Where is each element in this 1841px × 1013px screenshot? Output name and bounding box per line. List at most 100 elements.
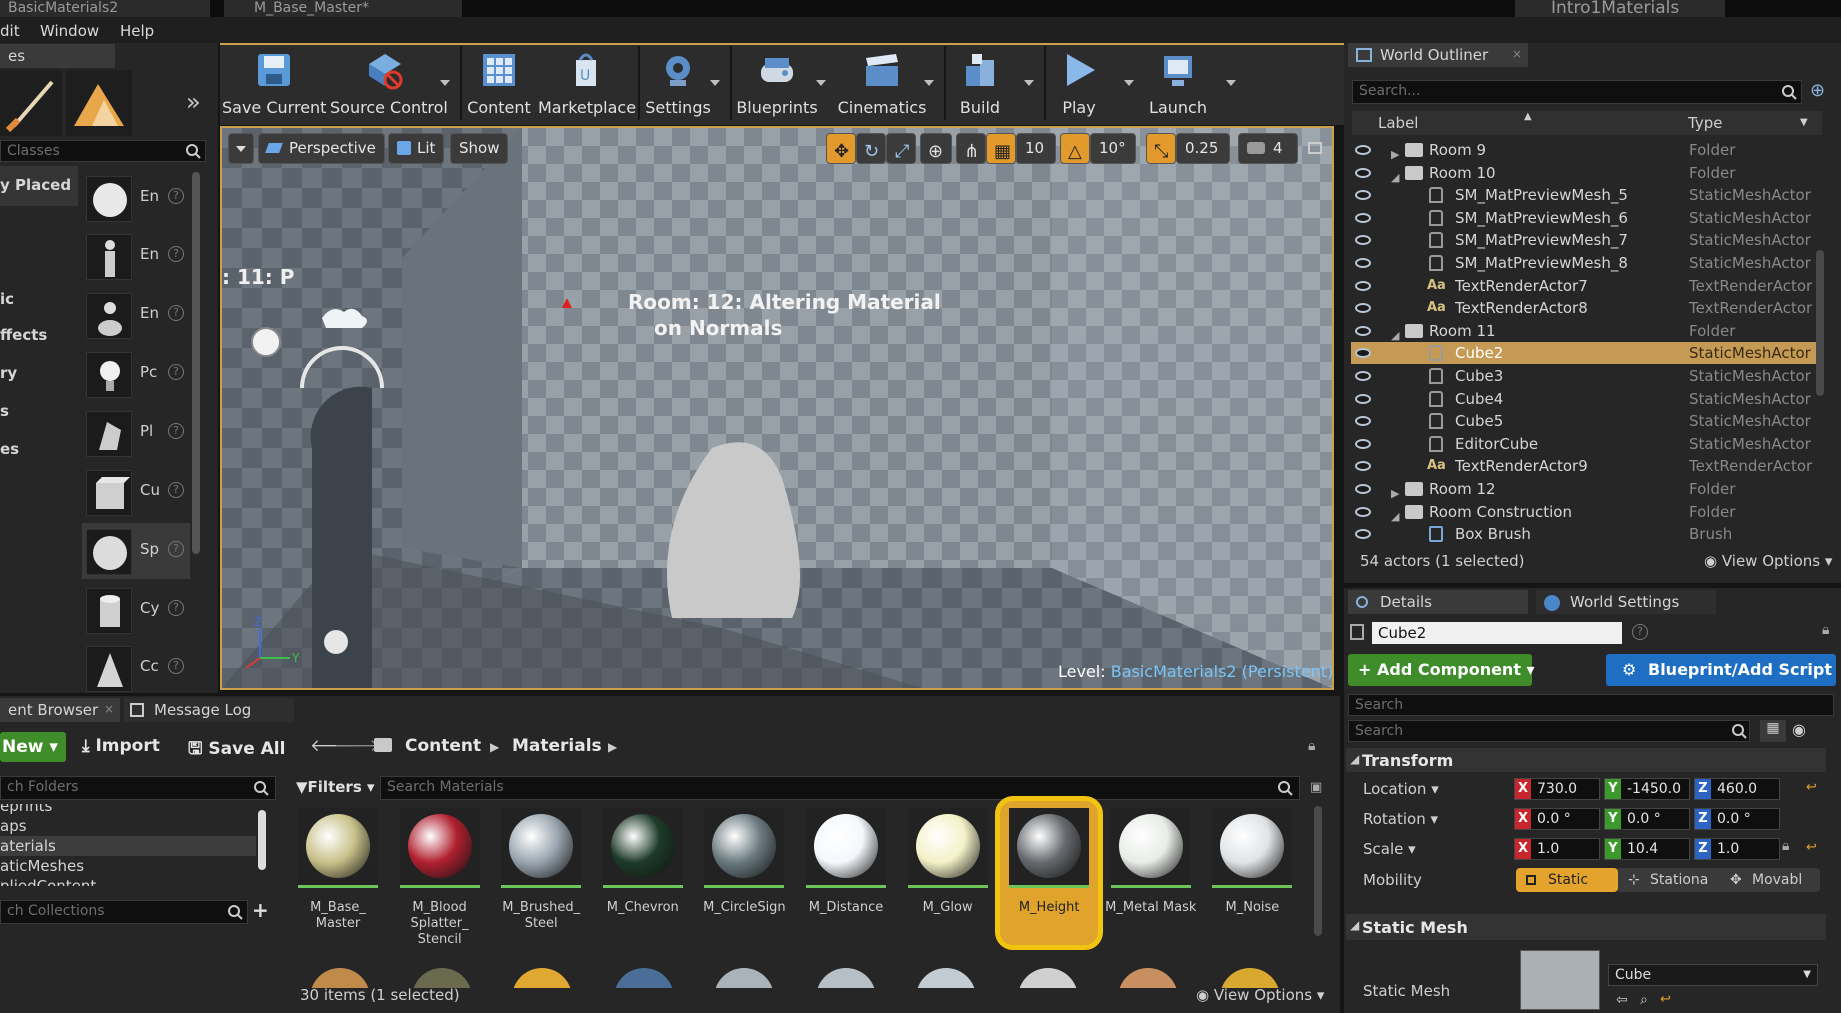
marketplace-button[interactable]: U Marketplace [538, 48, 636, 120]
help-icon[interactable]: ? [168, 305, 184, 321]
material-asset-tile[interactable]: M_Blood Splatter_ Stencil [399, 808, 480, 958]
help-icon[interactable]: ? [168, 188, 184, 204]
outliner-view-options[interactable]: ◉ View Options ▾ [1704, 552, 1832, 570]
help-icon[interactable]: ? [1632, 624, 1648, 640]
world-settings-tab[interactable]: World Settings [1536, 590, 1716, 614]
visibility-eye-icon[interactable] [1355, 438, 1371, 449]
visibility-eye-icon[interactable] [1355, 303, 1371, 314]
scale-z-field[interactable]: Z 1.0 [1694, 838, 1780, 860]
world-local-button[interactable]: ⊕ [920, 133, 952, 164]
visibility-eye-icon[interactable] [1355, 190, 1371, 201]
scale-y-field[interactable]: Y 10.4 [1604, 838, 1690, 860]
visibility-eye-icon[interactable] [1355, 280, 1371, 291]
folder-item[interactable]: aps [0, 816, 256, 836]
place-item-cube[interactable]: Cu? [82, 464, 190, 520]
property-matrix-icon[interactable]: ▦ [1760, 720, 1786, 742]
place-item-cone[interactable]: Cc? [82, 640, 190, 696]
outliner-row[interactable]: Aa TextRenderActor9 TextRenderActor [1351, 455, 1821, 477]
settings-dropdown-icon[interactable] [710, 80, 720, 86]
outliner-row[interactable]: SM_MatPreviewMesh_6 StaticMeshActor [1351, 207, 1821, 229]
place-item-empty-character[interactable]: En? [82, 228, 190, 284]
lit-button[interactable]: Lit [388, 133, 445, 164]
cinematics-dropdown-icon[interactable] [924, 80, 934, 86]
eye-icon[interactable]: ◉ [1792, 720, 1806, 739]
surface-snap-button[interactable]: ⋔ [956, 133, 986, 164]
new-button[interactable]: New ▾ [0, 732, 66, 762]
blueprint-add-script-button[interactable]: ⚙ Blueprint/Add Script [1606, 654, 1836, 686]
outliner-row[interactable]: SM_MatPreviewMesh_8 StaticMeshActor [1351, 252, 1821, 274]
material-asset-tile[interactable]: M_Noise [1212, 808, 1293, 958]
scale-snap-value[interactable]: 0.25 [1176, 133, 1230, 164]
material-asset-tile[interactable]: M_Base_ Master [298, 808, 378, 958]
category-volumes[interactable]: s [0, 402, 9, 420]
help-icon[interactable]: ? [168, 364, 184, 380]
build-dropdown-icon[interactable] [1024, 80, 1034, 86]
static-mesh-dropdown[interactable]: Cube ▼ [1608, 964, 1818, 986]
visibility-eye-icon[interactable] [1355, 212, 1371, 223]
material-asset-tile[interactable]: M_Brushed_ Steel [501, 808, 582, 958]
visibility-eye-icon[interactable] [1355, 529, 1371, 540]
type-column-header[interactable]: Type [1688, 111, 1722, 135]
add-collection-icon[interactable]: + [252, 898, 269, 922]
material-asset-tile[interactable]: M_CircleSign [703, 808, 786, 958]
place-item-point-light[interactable]: Pc? [82, 346, 190, 402]
save-all-button[interactable]: 🖫︎ Save All [188, 736, 285, 765]
outliner-row[interactable]: ◢ Room Construction Folder [1351, 501, 1821, 523]
search-icon[interactable]: ⌕ [1640, 992, 1648, 1008]
lock-icon[interactable]: 🔒︎ [1822, 622, 1829, 638]
world-outliner-tab[interactable]: World Outliner [1348, 43, 1528, 67]
place-item-empty-actor[interactable]: En? [82, 170, 190, 226]
material-asset-tile[interactable]: M_Distance [806, 808, 886, 958]
category-geometry[interactable]: ry [0, 364, 17, 382]
visibility-eye-icon[interactable] [1355, 325, 1371, 336]
search-collections-input[interactable]: ch Collections [0, 900, 248, 924]
category-recently-placed[interactable]: y Placed [0, 176, 71, 194]
viewport-options-button[interactable] [228, 133, 254, 164]
translate-mode-button[interactable]: ✥ [826, 133, 856, 164]
location-label[interactable]: Location ▾ [1363, 780, 1439, 798]
source-control-dropdown-icon[interactable] [440, 80, 450, 86]
visibility-eye-icon[interactable] [1355, 506, 1371, 517]
modes-scrollbar[interactable] [192, 172, 200, 554]
maximize-viewport-icon[interactable] [1308, 142, 1322, 154]
menu-help[interactable]: Help [120, 22, 154, 40]
category-visual-effects[interactable]: ffects [0, 326, 47, 344]
modes-tab[interactable]: es [0, 44, 115, 68]
label-column-header[interactable]: Label [1378, 111, 1418, 135]
category-basic[interactable]: ic [0, 290, 14, 308]
blueprints-button[interactable]: Blueprints [734, 48, 820, 120]
outliner-search-input[interactable]: Search... [1352, 80, 1802, 104]
visibility-eye-icon[interactable] [1355, 258, 1371, 268]
help-icon[interactable]: ? [168, 246, 184, 262]
help-icon[interactable]: ? [168, 658, 184, 674]
details-search-input[interactable]: Search [1348, 720, 1750, 742]
category-all-classes[interactable]: es [0, 440, 19, 458]
outliner-row[interactable]: ◢ Room 11 Folder [1351, 320, 1821, 342]
help-icon[interactable]: ? [168, 482, 184, 498]
visibility-eye-icon[interactable] [1355, 484, 1371, 494]
settings-button[interactable]: Settings [642, 48, 714, 120]
classes-search-input[interactable]: Classes [0, 140, 206, 162]
close-icon[interactable]: × [1512, 47, 1522, 61]
message-log-tab[interactable]: Message Log [124, 698, 294, 722]
material-asset-tile[interactable]: M_Glow [907, 808, 988, 958]
lock-icon[interactable]: 🔒︎ [1308, 738, 1315, 754]
add-component-button[interactable]: + Add Component ▾ [1348, 654, 1535, 686]
folder-item[interactable]: aticMeshes [0, 856, 256, 876]
outliner-row[interactable]: Cube4 StaticMeshActor [1351, 388, 1821, 410]
browse-back-icon[interactable]: ⇦ [1616, 992, 1628, 1008]
menu-edit[interactable]: dit [0, 22, 20, 40]
asset-grid-scrollbar[interactable] [1314, 806, 1322, 936]
close-icon[interactable]: × [104, 702, 114, 716]
outliner-row[interactable]: ▶ Room 12 Folder [1351, 478, 1821, 500]
outliner-add-icon[interactable]: ⊕ [1810, 80, 1825, 101]
play-button[interactable]: Play [1048, 48, 1110, 120]
document-tab[interactable]: BasicMaterials2 [0, 0, 210, 17]
cinematics-button[interactable]: Cinematics [836, 48, 928, 120]
details-tab[interactable]: Details [1348, 590, 1528, 614]
rotate-mode-button[interactable]: ↻ [856, 133, 886, 164]
outliner-row[interactable]: Cube5 StaticMeshActor [1351, 410, 1821, 432]
folder-item[interactable]: eprints [0, 804, 256, 816]
paint-mode-button[interactable] [0, 70, 62, 136]
place-item-sphere[interactable]: Sp? [82, 523, 190, 579]
